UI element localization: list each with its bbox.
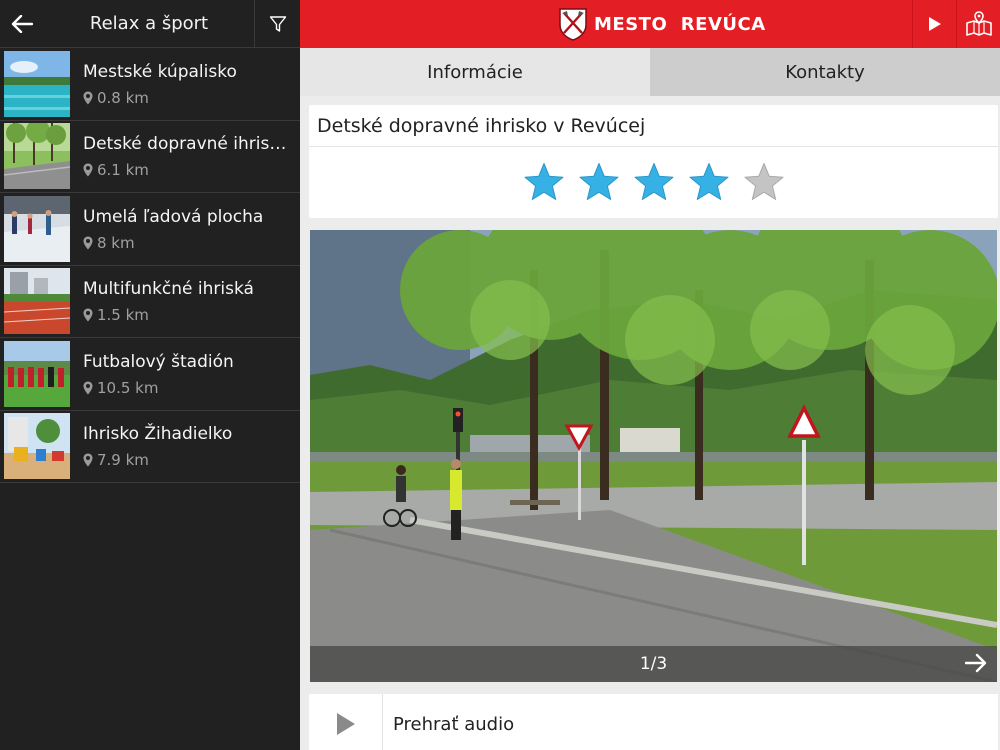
- play-icon: [336, 713, 355, 735]
- location-pin-icon: [83, 453, 93, 467]
- location-pin-icon: [83, 91, 93, 105]
- star-rating: [309, 147, 998, 217]
- star-filled-icon[interactable]: [523, 162, 565, 202]
- audio-label[interactable]: Prehrať audio: [393, 714, 514, 735]
- thumbnail-traffic-park: [4, 123, 70, 190]
- map-button[interactable]: [956, 0, 1000, 48]
- coat-of-arms-icon: [559, 8, 587, 41]
- star-filled-icon[interactable]: [578, 162, 620, 202]
- tab-kontakty[interactable]: Kontakty: [650, 48, 1000, 96]
- place-distance: 7.9 km: [97, 451, 149, 470]
- place-distance: 8 km: [97, 233, 135, 252]
- play-button[interactable]: [912, 0, 956, 48]
- tab-bar: Informácie Kontakty: [300, 48, 1000, 96]
- place-list: Mestské kúpalisko 0.8 km Detské dopravné…: [0, 48, 300, 483]
- filter-icon: [269, 15, 286, 32]
- sidebar-header: Relax a šport: [0, 0, 300, 48]
- photo-gallery[interactable]: 1/3: [310, 230, 997, 682]
- brand[interactable]: MESTO REVÚCA: [558, 7, 766, 41]
- play-icon: [928, 17, 941, 31]
- arrow-right-icon: [964, 653, 987, 673]
- location-pin-icon: [83, 308, 93, 322]
- thumbnail-ice-rink: [4, 195, 70, 262]
- place-distance: 1.5 km: [97, 306, 149, 325]
- list-item[interactable]: Ihrisko Žihadielko 7.9 km: [0, 411, 300, 483]
- star-filled-icon[interactable]: [688, 162, 730, 202]
- list-item[interactable]: Futbalový štadión 10.5 km: [0, 338, 300, 411]
- gallery-next-button[interactable]: [964, 652, 987, 678]
- arrow-left-icon: [11, 14, 33, 33]
- sidebar: Relax a šport Mestské kúpalisko 0.8 km D…: [0, 0, 300, 750]
- thumbnail-football: [4, 340, 70, 407]
- list-item[interactable]: Multifunkčné ihriská 1.5 km: [0, 266, 300, 338]
- star-filled-icon[interactable]: [633, 162, 675, 202]
- gallery-counter: 1/3: [639, 654, 668, 674]
- place-name: Detské dopravné ihrisko v Revúcej: [83, 134, 292, 155]
- thumbnail-track: [4, 268, 70, 335]
- place-distance: 6.1 km: [97, 161, 149, 180]
- detail-card: Detské dopravné ihrisko v Revúcej: [309, 105, 998, 218]
- detail-content: Detské dopravné ihrisko v Revúcej 1/3 Pr…: [300, 96, 1000, 750]
- gallery-bar: 1/3: [310, 646, 997, 682]
- place-name: Ihrisko Žihadielko: [83, 424, 233, 445]
- map-icon: [965, 11, 992, 36]
- location-pin-icon: [83, 381, 93, 395]
- place-name: Mestské kúpalisko: [83, 61, 237, 82]
- detail-title: Detské dopravné ihrisko v Revúcej: [309, 105, 998, 147]
- star-empty-icon[interactable]: [743, 162, 785, 202]
- place-distance: 10.5 km: [97, 378, 159, 397]
- place-name: Umelá ľadová plocha: [83, 206, 264, 227]
- gallery-photo: [310, 230, 997, 682]
- top-bar: MESTO REVÚCA: [300, 0, 1000, 48]
- tab-informacie[interactable]: Informácie: [300, 48, 650, 96]
- filter-button[interactable]: [254, 0, 300, 48]
- place-name: Multifunkčné ihriská: [83, 279, 254, 300]
- place-distance: 0.8 km: [97, 88, 149, 107]
- list-item[interactable]: Detské dopravné ihrisko v Revúcej 6.1 km: [0, 121, 300, 193]
- list-item[interactable]: Umelá ľadová plocha 8 km: [0, 193, 300, 266]
- location-pin-icon: [83, 163, 93, 177]
- place-name: Futbalový štadión: [83, 351, 234, 372]
- back-button[interactable]: [0, 0, 44, 48]
- list-item[interactable]: Mestské kúpalisko 0.8 km: [0, 48, 300, 121]
- brand-title: MESTO REVÚCA: [594, 13, 766, 35]
- audio-play-button[interactable]: [309, 694, 383, 750]
- thumbnail-pool: [4, 50, 70, 117]
- thumbnail-playground: [4, 413, 70, 480]
- sidebar-title: Relax a šport: [89, 13, 209, 34]
- audio-player: Prehrať audio: [309, 694, 998, 750]
- location-pin-icon: [83, 236, 93, 250]
